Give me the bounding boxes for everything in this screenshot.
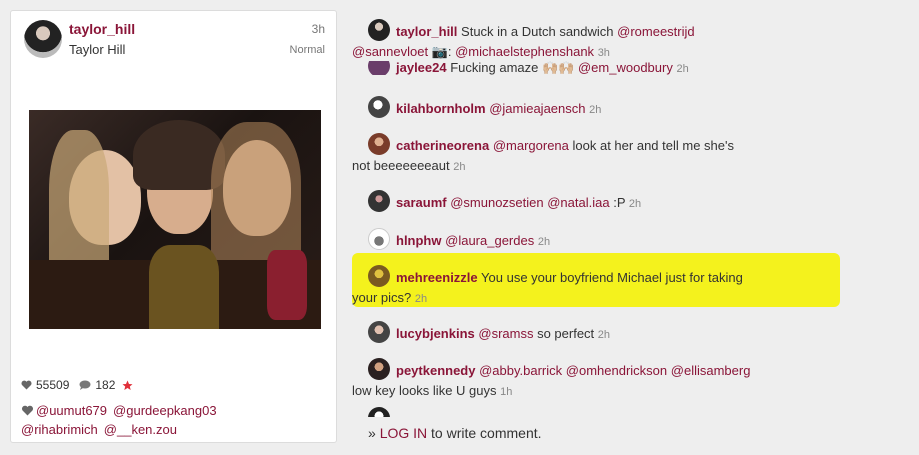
- post-stats: 55509 182: [21, 378, 133, 392]
- liker-link[interactable]: @rihabrimich: [21, 422, 98, 437]
- mention-link[interactable]: @abby.barrick: [479, 363, 562, 378]
- mention-link[interactable]: @laura_gerdes: [445, 233, 534, 248]
- mention-link[interactable]: @ellisamberg: [671, 363, 751, 378]
- avatar[interactable]: [24, 20, 62, 58]
- mention-link[interactable]: @sramss: [478, 326, 533, 341]
- comment-icon[interactable]: [79, 380, 91, 390]
- comments-panel[interactable]: taylor_hill Stuck in a Dutch sandwich @r…: [352, 5, 850, 417]
- comments-count: 182: [95, 378, 116, 392]
- mention-link[interactable]: @em_woodbury: [578, 61, 673, 75]
- comment-text: Fucking amaze 🙌🏼🙌🏼: [450, 61, 578, 75]
- comment-time: 2h: [453, 161, 466, 173]
- liker-link[interactable]: @__ken.zou: [104, 422, 177, 437]
- comment-highlighted: mehreenizzle You use your boyfriend Mich…: [352, 265, 842, 309]
- comment: peytkennedy @abby.barrick @omhendrickson…: [352, 358, 842, 402]
- heart-icon[interactable]: [21, 380, 32, 390]
- comment: saraumf @smunozsetien @natal.iaa :P 2h: [352, 190, 842, 214]
- comment: taylor_hill Stuck in a Dutch sandwich @r…: [352, 19, 842, 63]
- mention-link[interactable]: @sannevloet: [352, 44, 428, 59]
- comment-text: Stuck in a Dutch sandwich: [461, 24, 618, 39]
- comment-footer: » LOG IN to write comment.: [368, 425, 542, 441]
- mention-link[interactable]: @jamieajaensch: [489, 101, 585, 116]
- post-photo[interactable]: [29, 110, 321, 329]
- login-link[interactable]: LOG IN: [380, 425, 427, 441]
- comment-username[interactable]: mehreenizzle: [396, 270, 478, 285]
- comment-time: 3h: [597, 47, 610, 59]
- post-card: taylor_hill Taylor Hill 3h Normal 55509 …: [10, 10, 337, 443]
- comment-text: 📷:: [428, 44, 456, 59]
- comment: kilahbornholm @jamieajaensch 2h: [352, 96, 842, 120]
- avatar[interactable]: [368, 407, 390, 417]
- comment-text: low key looks like U guys: [352, 383, 497, 398]
- comment: hlnphw @laura_gerdes 2h: [352, 228, 842, 252]
- comment-username[interactable]: taylor_hill: [396, 24, 457, 39]
- heart-icon: [21, 405, 34, 416]
- avatar[interactable]: [368, 321, 390, 343]
- comment-time: 2h: [589, 104, 602, 116]
- mention-link[interactable]: @omhendrickson: [566, 363, 667, 378]
- comment: lucybjenkins @sramss so perfect 2h: [352, 321, 842, 345]
- comment-text: so perfect: [533, 326, 595, 341]
- comment-time: 2h: [414, 293, 428, 305]
- comment-username[interactable]: peytkennedy: [396, 363, 475, 378]
- comment-time: 1h: [500, 386, 513, 398]
- comment: jaylee24 Fucking amaze 🙌🏼🙌🏼 @em_woodbury…: [352, 61, 842, 75]
- liker-link[interactable]: @gurdeepkang03: [113, 403, 217, 418]
- comment-text: :P: [609, 195, 626, 210]
- comment-text: your pics?: [352, 290, 412, 305]
- avatar[interactable]: [368, 96, 390, 118]
- comment-time: 2h: [537, 236, 551, 248]
- avatar[interactable]: [368, 358, 390, 380]
- avatar[interactable]: [368, 133, 390, 155]
- comment-text: You use your boyfriend Michael just for …: [477, 270, 743, 285]
- comment-text: look at her and tell me she's: [568, 138, 734, 153]
- post-time: 3h: [311, 22, 325, 36]
- comment-username[interactable]: hlnphw: [396, 233, 442, 248]
- comment-username[interactable]: catherineorena: [396, 138, 489, 153]
- likers-list: @uumut679 @gurdeepkang03 @rihabrimich @__k…: [21, 401, 321, 439]
- star-icon[interactable]: [122, 380, 133, 391]
- likes-count: 55509: [36, 378, 70, 392]
- comment-text: not beeeeeeeaut: [352, 158, 450, 173]
- mention-link[interactable]: @romeestrijd: [617, 24, 695, 39]
- post-filter: Normal: [289, 44, 325, 56]
- post-username[interactable]: taylor_hill: [69, 21, 135, 37]
- comment-time: 2h: [628, 198, 642, 210]
- comment-username[interactable]: kilahbornholm: [396, 101, 486, 116]
- avatar[interactable]: [368, 265, 390, 287]
- post-full-name: Taylor Hill: [69, 42, 126, 57]
- mention-link[interactable]: @margorena: [493, 138, 569, 153]
- mention-link[interactable]: @smunozsetien: [450, 195, 543, 210]
- comment-username[interactable]: lucybjenkins: [396, 326, 475, 341]
- comment-time: 2h: [676, 63, 689, 75]
- avatar[interactable]: [368, 61, 390, 75]
- liker-link[interactable]: @uumut679: [36, 403, 107, 418]
- comment-time: 2h: [597, 329, 611, 341]
- avatar[interactable]: [368, 19, 390, 41]
- mention-link[interactable]: @michaelstephenshank: [455, 44, 594, 59]
- footer-prefix: »: [368, 425, 380, 441]
- comment-username[interactable]: saraumf: [396, 195, 447, 210]
- avatar[interactable]: [368, 190, 390, 212]
- avatar[interactable]: [368, 228, 390, 250]
- comment: catherineorena @margorena look at her an…: [352, 133, 842, 177]
- comment-username[interactable]: jaylee24: [396, 61, 447, 75]
- mention-link[interactable]: @natal.iaa: [547, 195, 609, 210]
- footer-text: to write comment.: [427, 425, 542, 441]
